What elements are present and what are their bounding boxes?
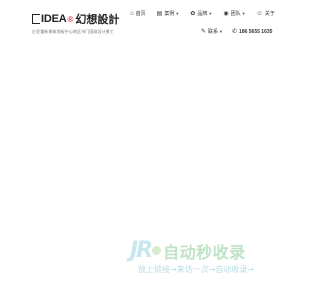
contact-label: 联系	[208, 29, 219, 35]
brand-logo[interactable]: IDEA ® 幻想設計	[32, 11, 119, 27]
chevron-down-icon: ▼	[219, 29, 224, 34]
phone-icon: ✆	[232, 29, 238, 35]
chevron-down-icon: ▼	[175, 11, 180, 16]
watermark-dot-icon	[152, 246, 162, 255]
phone-number: 186 5655 1635	[239, 28, 273, 35]
nav-item-label: 案例	[164, 11, 175, 17]
chevron-down-icon: ▼	[241, 11, 246, 16]
chevron-down-icon: ▼	[208, 11, 213, 16]
contact-row: ✎ 联系 ▼ ✆ 186 5655 1635	[201, 28, 281, 36]
eye-icon: ◉	[223, 11, 229, 17]
nav-item-contact[interactable]: ✎ 联系 ▼	[201, 28, 223, 35]
nav-item-label: 关于	[264, 11, 275, 17]
pen-icon: ✎	[201, 29, 207, 35]
logo-mark-icon	[32, 14, 40, 24]
nav-item-cases[interactable]: ▤ 案例 ▼	[157, 10, 180, 17]
nav-item-label: 团队	[230, 11, 241, 17]
phone-link[interactable]: ✆ 186 5655 1635	[232, 28, 273, 36]
brand-tagline: 亿亚重新建筑地板中心地区市门国政设计景工	[32, 29, 114, 34]
nav-item-team[interactable]: ◉ 团队 ▼	[223, 10, 245, 17]
logo-registered-mark: ®	[67, 14, 74, 24]
nav-item-home[interactable]: ⌂ 首页	[130, 10, 146, 18]
main-nav: ⌂ 首页 ▤ 案例 ▼ ✿ 品牌 ▼ ◉ 团队 ▼ ☺ 关于	[130, 10, 286, 18]
book-icon: ▤	[156, 11, 163, 17]
home-icon: ⌂	[130, 10, 134, 17]
nav-item-brand[interactable]: ✿ 品牌 ▼	[190, 10, 212, 17]
watermark-title: 自动秒收录	[163, 242, 246, 262]
nav-item-label: 品牌	[197, 11, 208, 17]
logo-chinese-text: 幻想設計	[75, 13, 120, 26]
nav-item-about[interactable]: ☺ 关于	[256, 10, 275, 18]
watermark-badge[interactable]: JR 自动秒收录 放上链接→来访一次→自动收录→	[130, 238, 282, 278]
logo-text: IDEA	[41, 13, 67, 25]
user-icon: ☺	[256, 10, 263, 17]
nav-item-label: 首页	[135, 11, 146, 17]
watermark-logo-text: JR	[130, 238, 153, 263]
watermark-logo: JR 自动秒收录	[130, 238, 246, 263]
watermark-subtitle: 放上链接→来访一次→自动收录→	[138, 265, 255, 274]
site-header: IDEA ® 幻想設計 亿亚重新建筑地板中心地区市门国政设计景工 ⌂ 首页 ▤ …	[0, 0, 300, 40]
gift-icon: ✿	[190, 11, 196, 17]
